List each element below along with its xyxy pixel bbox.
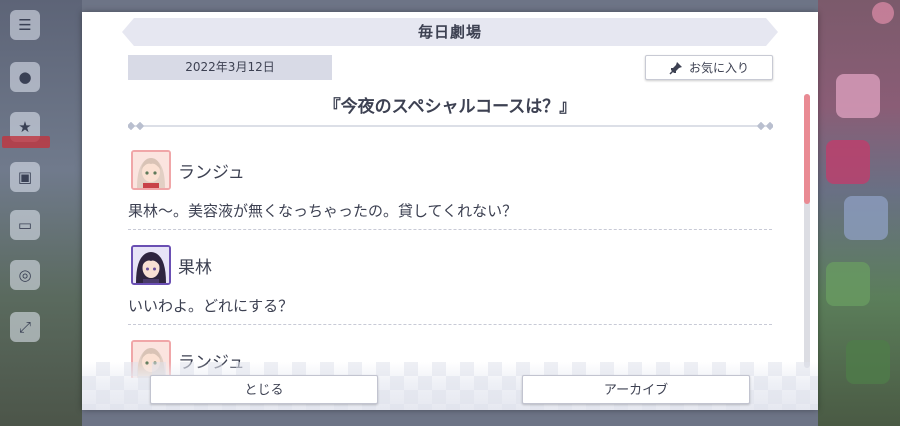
date-badge: 2022年3月12日	[128, 55, 332, 80]
log-entry: ランジュ 果林〜。美容液が無くなっちゃったの。貸してくれない？	[128, 148, 772, 243]
training-tile[interactable]	[826, 262, 870, 306]
scrollbar-thumb[interactable]	[804, 94, 810, 204]
event-tag	[2, 136, 50, 148]
log-entry: 果林 いいわよ。どれにする？	[128, 243, 772, 338]
gift-icon[interactable]: ▣	[10, 162, 40, 192]
pin-icon	[669, 61, 682, 75]
dialogue-line: 果林〜。美容液が無くなっちゃったの。貸してくれない？	[128, 202, 518, 220]
daily-theater-dialog: 毎日劇場 2022年3月12日 お気に入り 『今夜のスペシャルコースは？』 ラン…	[82, 12, 818, 410]
menu-icon[interactable]: ☰	[10, 10, 40, 40]
alert-icon[interactable]	[872, 2, 894, 24]
story-title: 『今夜のスペシャルコースは？』	[323, 97, 577, 117]
favorite-button[interactable]: お気に入り	[645, 55, 773, 80]
archive-button[interactable]: アーカイブ	[522, 375, 750, 404]
speaker-name: ランジュ	[178, 163, 245, 183]
title-divider	[128, 122, 773, 130]
close-button[interactable]: とじる	[150, 375, 378, 404]
screen-icon[interactable]: ▭	[10, 210, 40, 240]
notice-tile[interactable]	[836, 74, 880, 118]
badge-icon[interactable]: ◎	[10, 260, 40, 290]
dialogue-log[interactable]: ランジュ 果林〜。美容液が無くなっちゃったの。貸してくれない？ 果林 いいわよ。…	[128, 148, 772, 378]
scrollbar[interactable]	[804, 94, 810, 368]
story-tile[interactable]	[846, 340, 890, 384]
speaker-name: 果林	[178, 258, 212, 278]
dialogue-line: いいわよ。どれにする？	[128, 297, 294, 315]
expand-icon[interactable]: ⤢	[10, 312, 40, 342]
lanzhu-avatar	[131, 150, 171, 190]
card-tile[interactable]	[844, 196, 888, 240]
karin-avatar	[131, 245, 171, 285]
dialog-title: 毎日劇場	[417, 23, 482, 41]
chat-icon[interactable]: ●	[10, 62, 40, 92]
entry-divider	[128, 229, 772, 230]
favorite-label: お気に入り	[688, 61, 749, 75]
entry-divider	[128, 324, 772, 325]
music-tile[interactable]	[826, 140, 870, 184]
title-bar: 毎日劇場	[122, 18, 778, 46]
